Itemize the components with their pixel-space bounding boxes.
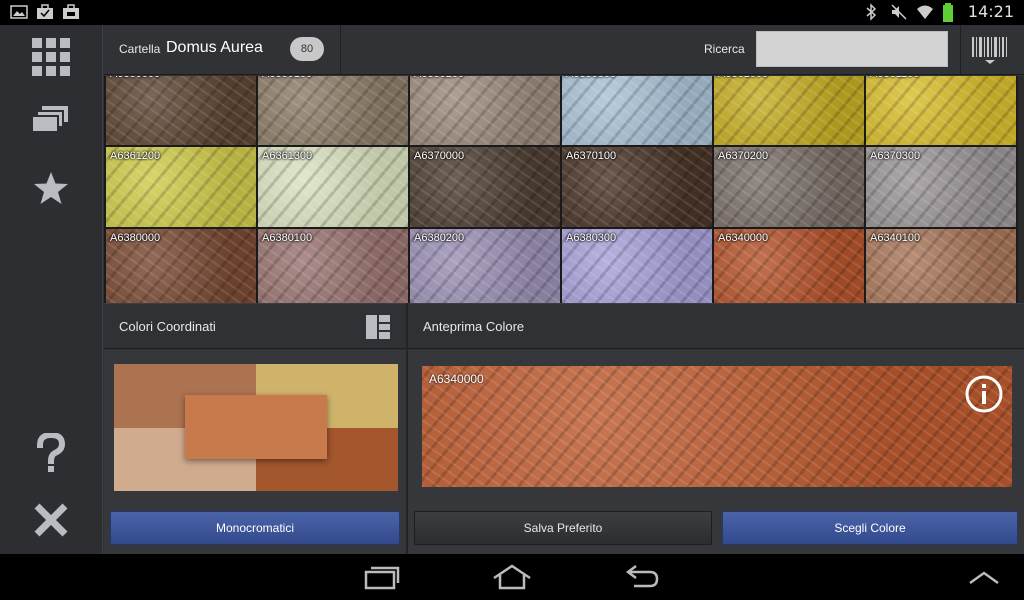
coordinated-title: Colori Coordinati: [119, 319, 216, 334]
swatch-tile[interactable]: A6380300: [562, 229, 712, 303]
swatch-tile[interactable]: A6370200: [714, 147, 864, 227]
system-nav-bar: [0, 554, 1024, 600]
swatch-tile[interactable]: A6380000: [106, 229, 256, 303]
choose-color-button[interactable]: Scegli Colore: [722, 511, 1018, 545]
help-icon[interactable]: [26, 429, 76, 479]
swatch-code: A6370000: [414, 150, 465, 162]
info-icon[interactable]: [964, 374, 1004, 414]
search-input[interactable]: [756, 31, 948, 67]
swatch-tile[interactable]: A6340100: [866, 229, 1016, 303]
barcode-scan-icon[interactable]: [968, 33, 1012, 67]
swatch-tile[interactable]: A6361100: [866, 76, 1016, 145]
swatch-code: A6361300: [262, 150, 313, 162]
swatch-code: A6370100: [566, 150, 617, 162]
home-icon[interactable]: [492, 562, 532, 592]
top-bar: Cartella Domus Aurea 80 Ricerca: [104, 25, 1024, 75]
swatch-code: A6370200: [718, 150, 769, 162]
folder-label: Cartella: [119, 42, 161, 56]
mute-icon: [890, 3, 908, 21]
swatch-code: A6361100: [870, 76, 919, 80]
grid-icon[interactable]: [26, 32, 76, 82]
swatch-code: A6370300: [870, 150, 921, 162]
swatch-tile[interactable]: A6350000: [106, 76, 256, 145]
swatch-code: A6350300: [566, 76, 616, 80]
preview-code: A6340000: [429, 372, 484, 386]
coordinated-color-center: [185, 395, 327, 459]
swatch-tile[interactable]: A6370000: [410, 147, 560, 227]
swatch-code: A6380200: [414, 232, 465, 244]
grid-scrollbar[interactable]: [1018, 76, 1024, 303]
monochromatic-button[interactable]: Monocromatici: [110, 511, 400, 545]
search-label: Ricerca: [704, 42, 745, 56]
clock: 14:21: [967, 2, 1014, 21]
expand-up-icon[interactable]: [964, 562, 1004, 592]
swatch-tile[interactable]: A6380200: [410, 229, 560, 303]
close-icon[interactable]: [26, 495, 76, 545]
swatch-code: A6340100: [870, 232, 921, 244]
swatch-grid: A6350000 A6350100 A6350200 A6350300 A6361000…: [104, 76, 1018, 303]
app-window: Cartella Domus Aurea 80 Ricerca A6350000…: [0, 25, 1024, 554]
folder-name[interactable]: Domus Aurea: [166, 39, 263, 57]
divider: [960, 25, 961, 75]
coordinated-header: Colori Coordinati: [104, 303, 406, 349]
layout-icon[interactable]: [366, 315, 390, 344]
coordinated-swatch[interactable]: [114, 364, 398, 491]
swatch-code: A6350200: [414, 76, 464, 80]
wifi-icon: [916, 3, 934, 21]
coordinated-panel: Monocromatici: [104, 350, 406, 554]
swatch-tile[interactable]: A6361200: [106, 147, 256, 227]
preview-title: Anteprima Colore: [423, 319, 525, 334]
left-nav: [0, 25, 103, 554]
divider: [340, 25, 341, 75]
color-preview[interactable]: A6340000: [422, 366, 1012, 487]
star-icon[interactable]: [26, 163, 76, 213]
collections-icon[interactable]: [26, 97, 76, 147]
swatch-tile[interactable]: A6340000: [714, 229, 864, 303]
gallery-icon: [10, 4, 28, 22]
swatch-tile[interactable]: A6350100: [258, 76, 408, 145]
swatch-code: A6380000: [110, 232, 161, 244]
bluetooth-icon: [864, 2, 882, 21]
swatch-code: A6350000: [110, 76, 160, 80]
swatch-tile[interactable]: A6370300: [866, 147, 1016, 227]
swatch-code: A6380100: [262, 232, 313, 244]
swatch-code: A6380300: [566, 232, 617, 244]
back-icon[interactable]: [622, 562, 662, 592]
store-icon: [62, 4, 80, 22]
save-favorite-button[interactable]: Salva Preferito: [414, 511, 712, 545]
preview-panel: A6340000 Salva Preferito Scegli Colore: [408, 350, 1024, 554]
swatch-tile[interactable]: A6350300: [562, 76, 712, 145]
swatch-tile[interactable]: A6370100: [562, 147, 712, 227]
briefcase-icon: [36, 4, 54, 22]
swatch-tile[interactable]: A6380100: [258, 229, 408, 303]
swatch-code: A6361000: [718, 76, 768, 80]
swatch-code: A6361200: [110, 150, 161, 162]
status-bar: 14:21: [0, 0, 1024, 25]
recent-apps-icon[interactable]: [362, 562, 402, 592]
swatch-tile[interactable]: A6361000: [714, 76, 864, 145]
preview-header: Anteprima Colore: [408, 303, 1024, 349]
swatch-code: A6350100: [262, 76, 312, 80]
swatch-tile[interactable]: A6361300: [258, 147, 408, 227]
swatch-tile[interactable]: A6350200: [410, 76, 560, 145]
count-badge: 80: [290, 37, 324, 61]
swatch-code: A6340000: [718, 232, 769, 244]
battery-icon: [942, 2, 960, 22]
